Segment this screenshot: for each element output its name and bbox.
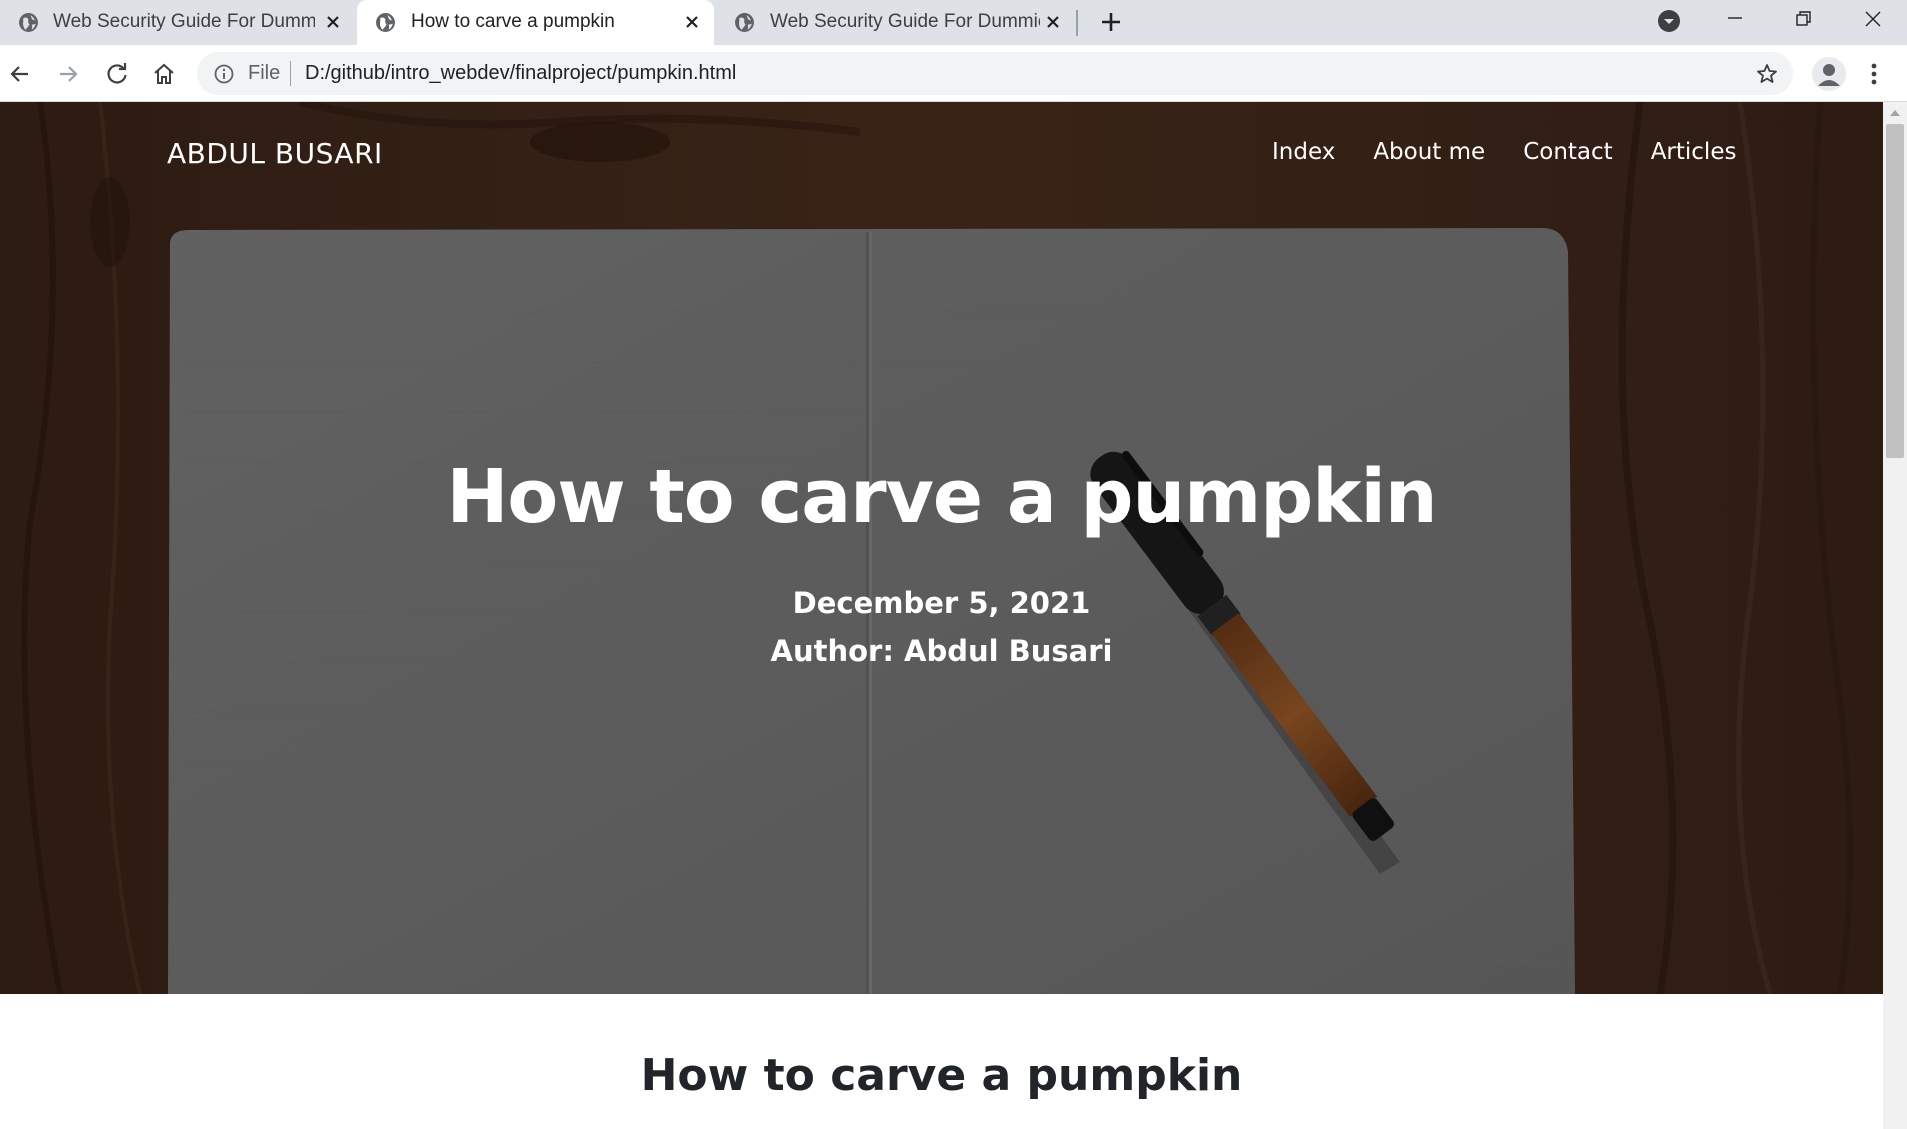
hero-text-block: How to carve a pumpkin December 5, 2021 … xyxy=(0,452,1883,672)
tab-web-security-1[interactable]: Web Security Guide For Dummies xyxy=(0,0,356,45)
tab-strip: Web Security Guide For Dummies How to ca… xyxy=(0,0,1907,45)
page-viewport: ABDUL BUSARI Index About me Contact Arti… xyxy=(0,102,1883,1129)
address-bar[interactable]: File D:/github/intro_webdev/finalproject… xyxy=(197,52,1793,95)
browser-toolbar: File D:/github/intro_webdev/finalproject… xyxy=(0,45,1907,102)
scrollbar-thumb[interactable] xyxy=(1886,124,1904,458)
home-icon[interactable] xyxy=(150,60,178,88)
tab-title: How to carve a pumpkin xyxy=(411,11,615,32)
restore-icon[interactable] xyxy=(1789,4,1819,34)
back-arrow-icon[interactable] xyxy=(6,60,34,88)
hero-title: How to carve a pumpkin xyxy=(446,454,1437,540)
site-brand-link[interactable]: ABDUL BUSARI xyxy=(167,137,383,170)
close-icon[interactable] xyxy=(681,11,703,33)
tab-title: Web Security Guide For Dummies xyxy=(53,11,315,32)
reload-icon[interactable] xyxy=(103,60,131,88)
scroll-up-arrow-icon[interactable] xyxy=(1889,108,1901,118)
url-scheme-label: File xyxy=(248,62,281,84)
close-icon[interactable] xyxy=(1042,11,1064,33)
nav-link-about-me[interactable]: About me xyxy=(1373,139,1485,165)
site-nav: Index About me Contact Articles xyxy=(1272,139,1774,165)
url-text[interactable]: D:/github/intro_webdev/finalproject/pump… xyxy=(305,62,736,85)
minimize-icon[interactable] xyxy=(1720,4,1750,34)
hero-header: ABDUL BUSARI Index About me Contact Arti… xyxy=(0,102,1883,994)
tab-search-dropdown-icon[interactable] xyxy=(1654,6,1684,36)
person-icon xyxy=(1818,64,1840,86)
post-author: Author: Abdul Busari xyxy=(770,634,1113,668)
address-divider xyxy=(290,61,291,86)
profile-avatar[interactable] xyxy=(1812,57,1846,91)
new-tab-plus-icon[interactable] xyxy=(1095,6,1127,38)
article-heading: How to carve a pumpkin xyxy=(640,1050,1243,1101)
info-icon[interactable] xyxy=(213,63,235,85)
more-menu-icon[interactable] xyxy=(1864,58,1884,90)
tab-separator xyxy=(1076,10,1078,36)
globe-icon xyxy=(376,13,395,32)
nav-link-index[interactable]: Index xyxy=(1272,139,1335,165)
globe-icon xyxy=(735,13,754,32)
page-scrollbar[interactable] xyxy=(1883,102,1907,1129)
tab-title: Web Security Guide For Dummies xyxy=(770,11,1040,32)
close-window-icon[interactable] xyxy=(1858,4,1888,34)
forward-arrow-icon[interactable] xyxy=(54,60,82,88)
post-date: December 5, 2021 xyxy=(792,586,1091,620)
nav-link-contact[interactable]: Contact xyxy=(1523,139,1612,165)
bookmark-star-icon[interactable] xyxy=(1755,62,1779,86)
close-icon[interactable] xyxy=(322,11,344,33)
tab-web-security-2[interactable]: Web Security Guide For Dummies xyxy=(716,0,1076,45)
globe-icon xyxy=(19,13,38,32)
tab-how-to-carve-a-pumpkin[interactable]: How to carve a pumpkin xyxy=(357,0,714,45)
nav-link-articles[interactable]: Articles xyxy=(1651,139,1737,165)
